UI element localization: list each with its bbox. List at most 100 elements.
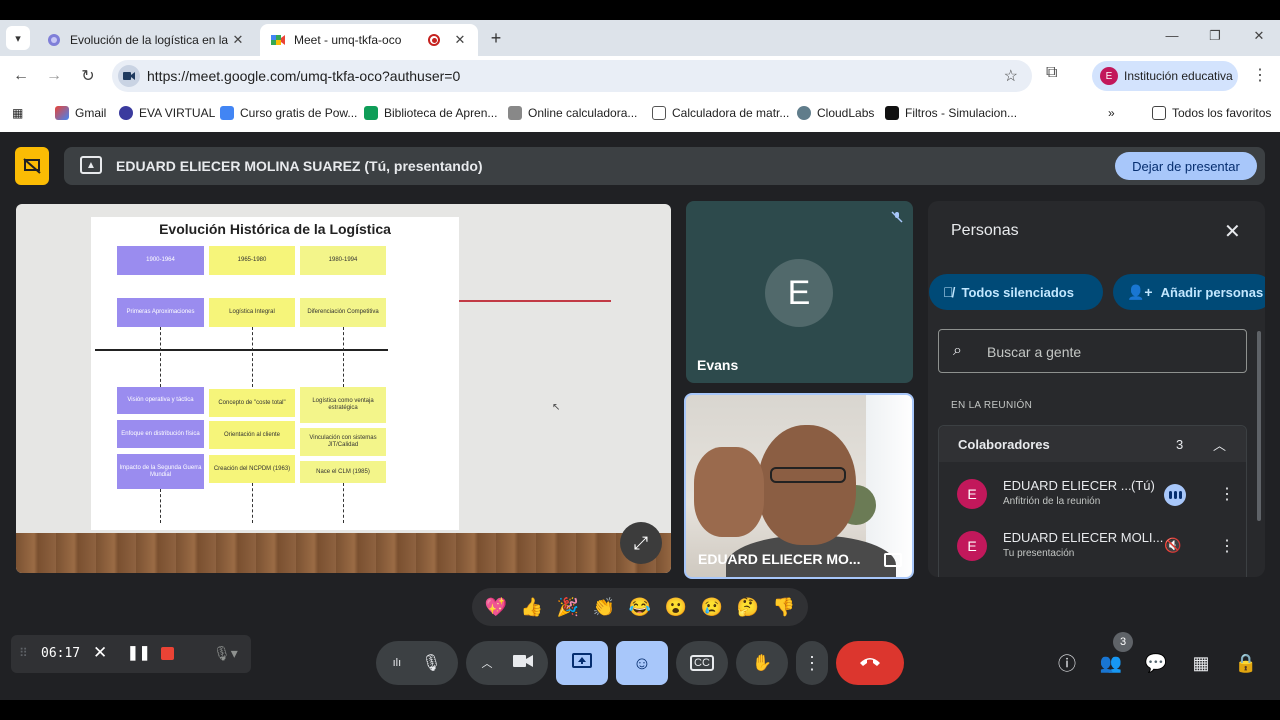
chevron-up-icon[interactable]: ︿ <box>1213 435 1226 454</box>
raise-hand-button[interactable]: ✋ <box>736 641 788 685</box>
tab-search-button[interactable]: ▾ <box>6 26 30 50</box>
mute-all-button[interactable]: 🎙̸ Todos silenciados <box>929 274 1103 310</box>
cloud-icon <box>797 106 811 120</box>
more-options-button[interactable]: ⋮ <box>796 641 828 685</box>
bookmark-calculadora-matr[interactable]: Calculadora de matr... <box>652 106 789 120</box>
reaction-thumbs-up-icon[interactable]: 👍 <box>521 597 543 618</box>
add-person-icon: 👤+ <box>1127 283 1153 300</box>
reload-icon[interactable]: ↻ <box>77 65 99 87</box>
reaction-party-icon[interactable]: 🎉 <box>557 597 579 618</box>
close-tab-icon[interactable]: ✕ <box>230 32 246 48</box>
reaction-surprised-icon[interactable]: 😮 <box>665 597 687 618</box>
picture-in-picture-icon[interactable] <box>884 553 902 567</box>
address-bar[interactable]: https://meet.google.com/umq-tkfa-oco?aut… <box>112 60 1032 92</box>
forward-icon[interactable]: → <box>43 65 65 87</box>
reaction-heart-icon[interactable]: 💖 <box>485 597 507 618</box>
meet-favicon-icon <box>270 32 286 48</box>
reactions-bar: 💖 👍 🎉 👏 😂 😮 😢 🤔 👎 <box>472 588 808 626</box>
stop-recording-icon[interactable] <box>161 647 174 660</box>
meeting-details-icon[interactable]: ⓘ <box>1055 651 1079 675</box>
close-window-icon[interactable]: ✕ <box>1249 28 1269 44</box>
leave-call-button[interactable] <box>836 641 904 685</box>
group-label: Colaboradores <box>958 437 1050 452</box>
bookmark-gmail[interactable]: Gmail <box>55 106 106 120</box>
all-bookmarks[interactable]: Todos los favoritos <box>1152 106 1271 120</box>
reaction-thumbs-down-icon[interactable]: 👎 <box>773 597 795 618</box>
participant-name: EDUARD ELIECER MO... <box>698 551 861 567</box>
emoji-icon: ☺ <box>632 652 652 673</box>
recorder-mic-icon[interactable]: 🎙▾ <box>213 645 238 662</box>
bookmark-calculadora-online[interactable]: Online calculadora... <box>508 106 637 120</box>
fullscreen-expand-icon[interactable]: ⤢ <box>620 522 662 564</box>
activities-icon[interactable]: ▦ <box>1189 651 1213 675</box>
bookmark-curso-pow[interactable]: Curso gratis de Pow... <box>220 106 357 120</box>
people-search-input[interactable]: ⌕ Buscar a gente <box>938 329 1247 373</box>
connector-line <box>160 489 161 523</box>
people-icon[interactable]: 👥 <box>1099 651 1123 675</box>
search-icon: ⌕ <box>953 342 962 359</box>
hand-icon: ✋ <box>752 655 772 672</box>
tab-evolucion[interactable]: Evolución de la logística en la e ✕ <box>36 24 256 56</box>
panel-scrollbar[interactable] <box>1257 331 1261 521</box>
more-options-icon[interactable]: ⋮ <box>1219 484 1235 504</box>
phet-icon <box>885 106 899 120</box>
stop-presenting-button[interactable]: Dejar de presentar <box>1115 152 1257 180</box>
close-tab-icon[interactable]: ✕ <box>452 32 468 48</box>
audio-muted-icon[interactable]: 🔇 <box>1164 537 1181 554</box>
captions-button[interactable]: CC <box>676 641 728 685</box>
detail-box: Concepto de "coste total" <box>209 389 295 417</box>
meet-area: ▲ EDUARD ELIECER MOLINA SUAREZ (Tú, pres… <box>0 132 1280 700</box>
browser-menu-icon[interactable]: ⋮ <box>1252 65 1268 85</box>
presenting-banner: ▲ EDUARD ELIECER MOLINA SUAREZ (Tú, pres… <box>64 147 1265 185</box>
site-info-icon[interactable] <box>118 65 140 87</box>
bookmark-filtros[interactable]: Filtros - Simulacion... <box>885 106 1017 120</box>
minimize-icon[interactable]: — <box>1162 28 1182 43</box>
apps-grid-icon[interactable]: ▦ <box>12 106 23 120</box>
reaction-laugh-icon[interactable]: 😂 <box>629 597 651 618</box>
back-icon[interactable]: ← <box>10 65 32 87</box>
chevron-up-icon: ︿ <box>481 658 493 670</box>
participant-tile-self[interactable]: EDUARD ELIECER MO... <box>684 393 914 579</box>
reaction-thinking-icon[interactable]: 🤔 <box>737 597 759 618</box>
host-controls-icon[interactable]: 🔒 <box>1234 651 1258 675</box>
reactions-button[interactable]: ☺ <box>616 641 668 685</box>
chat-icon[interactable]: 💬 <box>1144 651 1168 675</box>
present-now-button[interactable] <box>556 641 608 685</box>
person-hand <box>694 447 764 537</box>
library-icon <box>364 106 378 120</box>
restore-icon[interactable]: ❐ <box>1205 28 1225 44</box>
new-tab-icon[interactable]: + <box>486 28 506 49</box>
drag-handle-icon[interactable]: ⠿ <box>19 646 28 660</box>
person-glasses <box>770 467 846 483</box>
more-options-icon[interactable]: ⋮ <box>1219 536 1235 556</box>
profile-button[interactable]: E Institución educativa <box>1092 61 1238 91</box>
collaborators-header[interactable]: Colaboradores 3 ︿ <box>939 426 1246 462</box>
cancel-recording-icon[interactable]: ✕ <box>93 643 107 663</box>
microphone-button[interactable]: ılı 🎙 <box>376 641 458 685</box>
captions-icon: CC <box>690 655 714 671</box>
add-people-button[interactable]: 👤+ Añadir personas <box>1113 274 1265 310</box>
pause-icon[interactable]: ❚❚ <box>127 644 150 661</box>
recording-time: 06:17 <box>41 646 81 661</box>
reaction-sad-icon[interactable]: 😢 <box>701 597 723 618</box>
phase-box: Diferenciación Competitiva <box>300 298 386 327</box>
reaction-clap-icon[interactable]: 👏 <box>593 597 615 618</box>
search-placeholder: Buscar a gente <box>987 344 1082 360</box>
stop-share-icon[interactable] <box>15 147 49 185</box>
bookmark-star-icon[interactable]: ☆ <box>1004 66 1018 86</box>
more-bookmarks-icon[interactable]: » <box>1108 106 1115 120</box>
participant-tile-evans[interactable]: E Evans <box>686 201 913 383</box>
tab-title: Meet - umq-tkfa-oco <box>294 33 402 47</box>
tab-meet[interactable]: Meet - umq-tkfa-oco ✕ <box>260 24 478 56</box>
participant-row[interactable]: E EDUARD ELIECER ... (Tú) Anfitrión de l… <box>957 474 1247 514</box>
sparkle-icon <box>220 106 234 120</box>
participant-row[interactable]: E EDUARD ELIECER MOLI... Tu presentación… <box>957 526 1247 566</box>
close-panel-icon[interactable]: ✕ <box>1224 219 1241 244</box>
bookmark-biblioteca[interactable]: Biblioteca de Apren... <box>364 106 497 120</box>
extensions-icon[interactable]: ⧉ <box>1046 64 1057 82</box>
bookmark-cloudlabs[interactable]: CloudLabs <box>797 106 874 120</box>
period-box: 1980-1994 <box>300 246 386 275</box>
bookmark-eva-virtual[interactable]: EVA VIRTUAL <box>119 106 215 120</box>
bookmarks-bar: ▦ Gmail EVA VIRTUAL Curso gratis de Pow.… <box>0 96 1280 132</box>
camera-button[interactable]: ︿ <box>466 641 548 685</box>
